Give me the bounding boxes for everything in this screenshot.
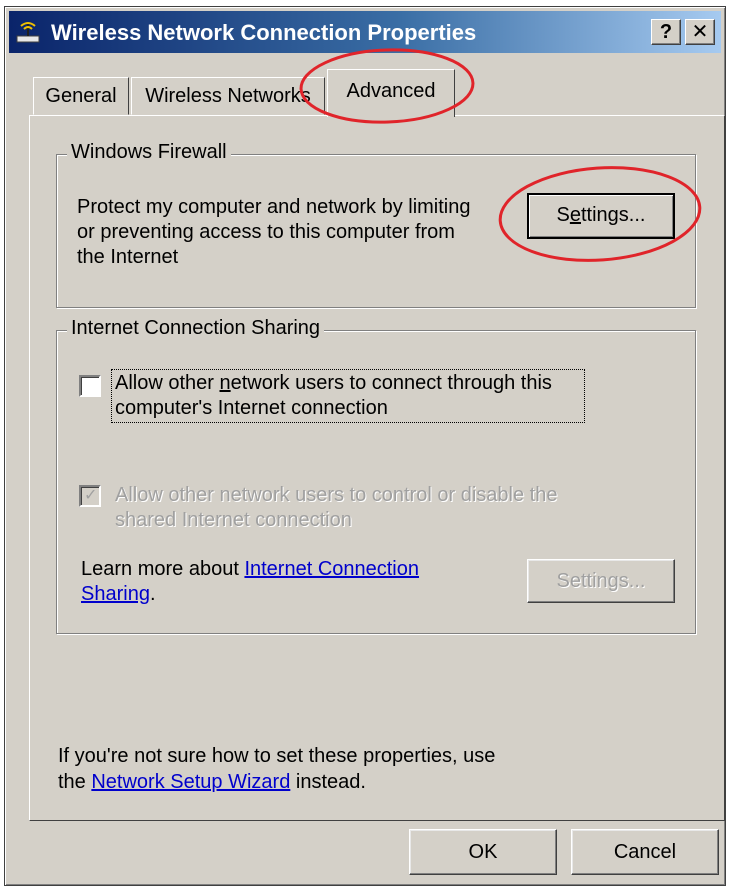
close-button[interactable]: ✕ xyxy=(685,19,715,45)
windows-firewall-title: Windows Firewall xyxy=(67,141,231,164)
allow-connect-label-c: etwork users to connect through this xyxy=(230,372,552,394)
help-button[interactable]: ? xyxy=(651,19,681,45)
properties-dialog: Wireless Network Connection Properties ?… xyxy=(4,6,726,886)
learn-more-line-2: Sharing. xyxy=(81,582,156,607)
learn-more-suffix: . xyxy=(149,583,156,605)
allow-control-checkbox: ✓ xyxy=(79,485,101,507)
allow-connect-label-b: n xyxy=(219,372,231,394)
firewall-description-line-1: Protect my computer and network by limit… xyxy=(77,196,471,218)
cancel-button[interactable]: Cancel xyxy=(571,829,719,875)
advanced-tab-panel: Windows Firewall Protect my computer and… xyxy=(29,115,725,821)
windows-firewall-group: Windows Firewall Protect my computer and… xyxy=(56,141,696,308)
ics-settings-label-a: Settin xyxy=(556,570,608,592)
footer-line-1: If you're not sure how to set these prop… xyxy=(58,745,496,767)
ok-button[interactable]: OK xyxy=(409,829,557,875)
tab-wireless-networks[interactable]: Wireless Networks xyxy=(131,77,325,115)
checkmark-icon: ✓ xyxy=(84,487,98,504)
allow-control-label-line-2: shared Internet connection xyxy=(115,509,352,531)
footer-suffix: instead. xyxy=(290,771,366,793)
ics-title: Internet Connection Sharing xyxy=(67,317,325,340)
firewall-settings-label-a: S xyxy=(556,204,570,226)
internet-connection-sharing-group: Internet Connection Sharing Allow other … xyxy=(56,317,696,634)
wireless-network-icon xyxy=(16,22,40,43)
firewall-settings-label-b: e xyxy=(569,204,581,226)
ics-settings-label-b: g xyxy=(607,570,619,592)
allow-connect-checkbox[interactable] xyxy=(79,375,101,397)
ics-settings-button: Settings... xyxy=(527,559,675,603)
allow-connect-label-line-2[interactable]: computer's Internet connection xyxy=(115,396,388,421)
firewall-settings-label-c: ttings... xyxy=(580,204,646,226)
tab-advanced[interactable]: Advanced xyxy=(327,69,455,117)
title-bar[interactable]: Wireless Network Connection Properties ?… xyxy=(9,11,721,53)
learn-more-prefix: Learn more about xyxy=(81,558,245,580)
tab-general[interactable]: General xyxy=(33,77,129,115)
allow-connect-label-a: Allow other xyxy=(115,372,220,394)
ics-help-link-continued[interactable]: Sharing xyxy=(81,583,150,605)
allow-connect-label-line-1[interactable]: Allow other network users to connect thr… xyxy=(115,371,552,396)
firewall-description-line-2: or preventing access to this computer fr… xyxy=(77,221,455,243)
ics-help-link[interactable]: Internet Connection xyxy=(244,558,419,580)
ics-settings-label-c: s... xyxy=(618,570,646,592)
footer-line-2: the Network Setup Wizard instead. xyxy=(58,770,366,795)
learn-more-line-1: Learn more about Internet Connection xyxy=(81,557,419,582)
firewall-settings-button[interactable]: Settings... xyxy=(527,193,675,239)
allow-control-label-line-1: Allow other network users to control or … xyxy=(115,484,558,506)
footer-prefix: the xyxy=(58,771,92,793)
firewall-description-line-3: the Internet xyxy=(77,246,179,268)
window-title: Wireless Network Connection Properties xyxy=(51,20,477,45)
network-setup-wizard-link[interactable]: Network Setup Wizard xyxy=(91,771,290,793)
